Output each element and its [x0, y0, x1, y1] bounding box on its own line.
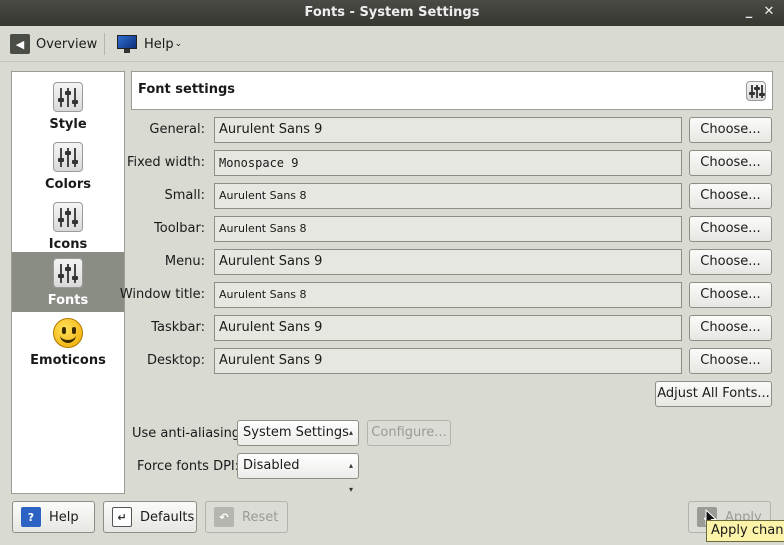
font-row-desktop: Desktop: Aurulent Sans 9 Choose...	[125, 348, 773, 374]
choose-button[interactable]: Choose...	[689, 315, 772, 341]
font-value: Aurulent Sans 8	[214, 183, 682, 209]
slider-control-icon	[53, 202, 83, 232]
force-dpi-value: Disabled	[243, 458, 300, 473]
font-value: Aurulent Sans 9	[214, 117, 682, 143]
overview-label: Overview	[36, 36, 98, 52]
overview-button[interactable]: ◀ Overview	[10, 31, 97, 57]
page-title: Font settings	[138, 82, 236, 97]
reset-button[interactable]: ↶ Reset	[205, 501, 288, 533]
font-row-toolbar: Toolbar: Aurulent Sans 8 Choose...	[125, 216, 773, 242]
help-button[interactable]: ? Help	[12, 501, 95, 533]
toolbar: ◀ Overview Help ⌄	[0, 26, 784, 62]
category-sidebar: Style Colors Icons Fonts Emoticons	[11, 71, 125, 494]
font-label: Toolbar:	[154, 221, 205, 236]
slider-control-icon	[53, 82, 83, 112]
antialiasing-value: System Settings	[243, 425, 349, 440]
sidebar-item-label: Icons	[48, 237, 88, 252]
font-label: General:	[149, 122, 205, 137]
back-arrow-icon: ◀	[10, 34, 30, 54]
font-row-general: General: Aurulent Sans 9 Choose...	[125, 117, 773, 143]
help-icon: ?	[21, 507, 41, 527]
antialiasing-select[interactable]: System Settings ▴▾	[237, 420, 359, 461]
font-value: Aurulent Sans 8	[214, 216, 682, 242]
font-row-menu: Menu: Aurulent Sans 9 Choose...	[125, 249, 773, 275]
minimize-icon[interactable]: _	[741, 4, 757, 20]
slider-control-icon	[746, 81, 766, 101]
choose-button[interactable]: Choose...	[689, 216, 772, 242]
window-title: Fonts - System Settings	[304, 5, 480, 20]
sidebar-item-style[interactable]: Style	[12, 76, 124, 136]
sidebar-item-fonts[interactable]: Fonts	[12, 252, 124, 312]
choose-button[interactable]: Choose...	[689, 348, 772, 374]
choose-button[interactable]: Choose...	[689, 249, 772, 275]
font-value: Aurulent Sans 9	[214, 249, 682, 275]
sidebar-item-emoticons[interactable]: Emoticons	[12, 312, 124, 372]
chevron-down-icon: ⌄	[174, 39, 183, 49]
adjust-all-fonts-button[interactable]: Adjust All Fonts...	[655, 381, 772, 407]
choose-button[interactable]: Choose...	[689, 282, 772, 308]
font-row-taskbar: Taskbar: Aurulent Sans 9 Choose...	[125, 315, 773, 341]
font-row-fixed-width: Fixed width: Monospace 9 Choose...	[125, 150, 773, 176]
sidebar-item-label: Fonts	[47, 293, 89, 308]
help-menu-label: Help	[144, 36, 174, 52]
font-label: Taskbar:	[151, 320, 205, 335]
font-label: Desktop:	[147, 353, 205, 368]
font-value: Aurulent Sans 9	[214, 315, 682, 341]
font-label: Small:	[164, 188, 206, 203]
configure-button[interactable]: Configure...	[367, 420, 451, 446]
sidebar-item-label: Style	[49, 117, 87, 132]
choose-button[interactable]: Choose...	[689, 150, 772, 176]
smiley-icon	[53, 318, 83, 348]
sidebar-item-colors[interactable]: Colors	[12, 136, 124, 196]
font-label: Window title:	[119, 287, 205, 302]
font-label: Fixed width:	[126, 155, 205, 170]
sidebar-item-icons[interactable]: Icons	[12, 196, 124, 256]
defaults-button[interactable]: ↵ Defaults	[103, 501, 197, 533]
monitor-icon	[116, 34, 138, 54]
combo-arrow-icon: ▴▾	[348, 461, 353, 494]
toolbar-separator	[104, 33, 105, 55]
font-settings-panel: Font settings General: Aurulent Sans 9 C…	[120, 71, 773, 494]
help-menu-button[interactable]: Help ⌄	[116, 31, 182, 57]
antialiasing-label: Use anti-aliasing:	[132, 426, 245, 441]
font-row-small: Small: Aurulent Sans 8 Choose...	[125, 183, 773, 209]
slider-control-icon	[53, 258, 83, 288]
sidebar-item-label: Colors	[44, 177, 91, 192]
reset-button-label: Reset	[242, 509, 279, 525]
undo-icon: ↶	[214, 507, 234, 527]
font-value: Aurulent Sans 9	[214, 348, 682, 374]
help-button-label: Help	[49, 509, 79, 525]
choose-button[interactable]: Choose...	[689, 117, 772, 143]
sidebar-item-label: Emoticons	[30, 353, 106, 368]
choose-button[interactable]: Choose...	[689, 183, 772, 209]
font-label: Menu:	[164, 254, 205, 269]
font-value: Aurulent Sans 8	[214, 282, 682, 308]
close-icon[interactable]: ✕	[761, 4, 777, 20]
document-revert-icon: ↵	[112, 507, 132, 527]
slider-control-icon	[53, 142, 83, 172]
force-dpi-label: Force fonts DPI:	[137, 459, 240, 474]
tooltip: Apply chang	[706, 520, 784, 542]
font-row-window-title: Window title: Aurulent Sans 8 Choose...	[120, 282, 773, 308]
title-bar: Fonts - System Settings _ ✕	[0, 0, 784, 26]
font-value: Monospace 9	[214, 150, 682, 176]
defaults-button-label: Defaults	[140, 509, 195, 525]
force-dpi-select[interactable]: Disabled ▴ ▾	[237, 453, 359, 494]
panel-header: Font settings	[131, 71, 773, 110]
